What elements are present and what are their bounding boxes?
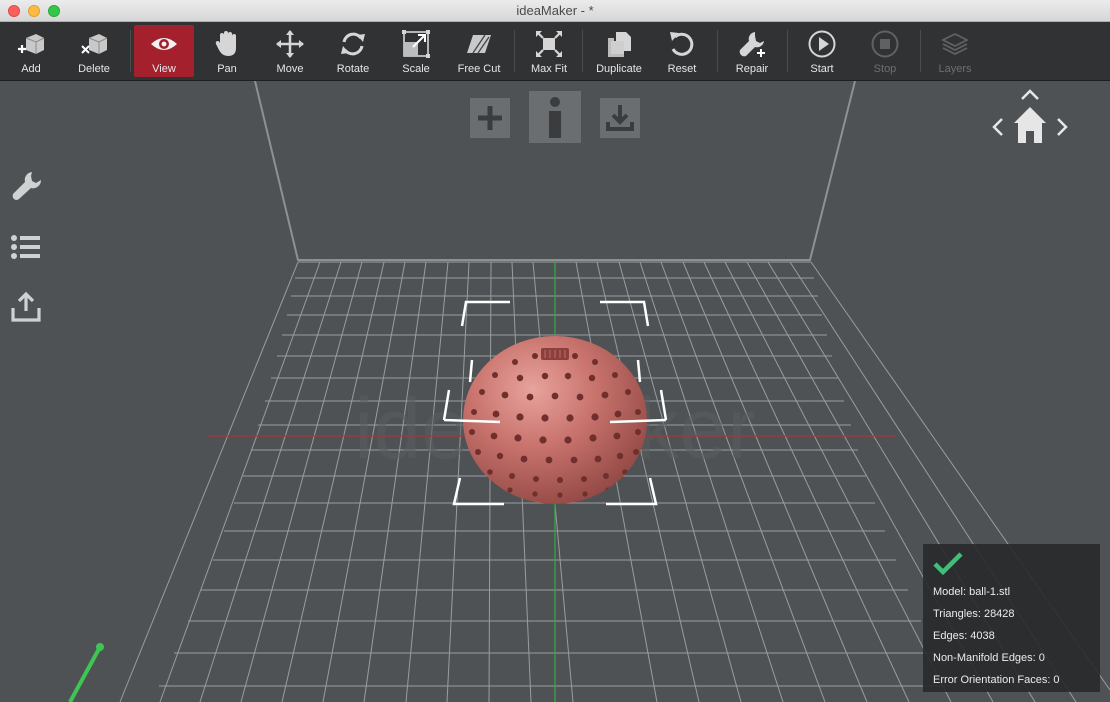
start-label: Start (810, 63, 834, 75)
pan-button[interactable]: Pan (201, 25, 253, 77)
upload-icon[interactable] (10, 291, 42, 323)
3d-viewport[interactable]: ideaMaker (0, 81, 1110, 702)
reset-label: Reset (667, 63, 697, 75)
triangles-text: Triangles: 28428 (933, 608, 1015, 620)
move-label: Move (276, 63, 304, 75)
reset-button[interactable]: Reset (656, 25, 708, 77)
wrench-icon[interactable] (10, 170, 42, 202)
repair-button[interactable]: Repair (726, 25, 778, 77)
non-manifold-text: Non-Manifold Edges: 0 (933, 652, 1045, 664)
view-label: View (152, 63, 176, 75)
free-cut-button[interactable]: Free Cut (450, 25, 508, 77)
free-cut-label: Free Cut (457, 63, 501, 75)
scale-icon (402, 30, 430, 58)
toolbar-separator (787, 30, 788, 72)
add-label: Add (21, 63, 41, 75)
scale-button[interactable]: Scale (390, 25, 442, 77)
check-icon (933, 552, 963, 575)
add-cube-icon (18, 34, 45, 54)
duplicate-icon (608, 32, 631, 57)
eye-icon (151, 38, 177, 50)
delete-label: Delete (78, 63, 110, 75)
delete-button[interactable]: Delete (68, 25, 120, 77)
model-info-panel: Model: ball-1.stl Triangles: 28428 Edges… (923, 544, 1100, 692)
max-fit-label: Max Fit (530, 63, 568, 75)
add-button[interactable]: Add (5, 25, 57, 77)
save-overlay-button[interactable] (600, 98, 640, 138)
error-faces-text: Error Orientation Faces: 0 (933, 674, 1060, 686)
repair-label: Repair (735, 63, 769, 75)
stop-button[interactable]: Stop (859, 25, 911, 77)
info-overlay-button[interactable] (529, 91, 581, 143)
toolbar-separator (717, 30, 718, 72)
camera-navigation (992, 89, 1068, 143)
move-arrows-icon (276, 30, 304, 58)
max-fit-button[interactable]: Max Fit (523, 25, 575, 77)
model-ball[interactable] (463, 336, 647, 504)
layers-button[interactable]: Layers (929, 25, 981, 77)
add-model-overlay-button[interactable]: plus-icon (470, 98, 510, 138)
axis-origin-dot (96, 643, 104, 651)
window-title: ideaMaker - * (516, 3, 594, 18)
chevron-left-icon (992, 118, 1003, 136)
free-cut-icon (467, 34, 491, 54)
model-name-text: Model: ball-1.stl (933, 586, 1011, 598)
duplicate-button[interactable]: Duplicate (590, 25, 648, 77)
layers-label: Layers (938, 63, 972, 75)
z-axis-indicator (68, 646, 102, 702)
edges-text: Edges: 4038 (933, 630, 995, 642)
rotate-label: Rotate (336, 63, 370, 75)
rotate-button[interactable]: Rotate (327, 25, 379, 77)
pan-label: Pan (217, 63, 237, 75)
reset-icon (670, 32, 694, 56)
rotate-icon (341, 32, 365, 56)
delete-cube-icon (81, 34, 108, 54)
home-icon (1014, 107, 1046, 143)
duplicate-label: Duplicate (596, 63, 642, 75)
chevron-right-icon (1057, 118, 1068, 136)
title-bar: ideaMaker - * (0, 0, 1110, 22)
stop-icon (871, 30, 899, 58)
move-button[interactable]: Move (264, 25, 316, 77)
scale-label: Scale (402, 63, 430, 75)
toolbar-separator (920, 30, 921, 72)
toolbar-separator (130, 30, 131, 72)
max-fit-icon (536, 31, 562, 57)
start-button[interactable]: Start (796, 25, 848, 77)
toolbar-separator (514, 30, 515, 72)
stop-label: Stop (873, 63, 897, 75)
toolbar-separator (582, 30, 583, 72)
main-toolbar: Add Delete View Pan Move Rotate Scale Fr… (0, 22, 1110, 81)
chevron-up-icon (1021, 89, 1039, 100)
hand-icon (215, 31, 236, 56)
layers-icon (940, 32, 970, 56)
view-button[interactable]: View (134, 25, 194, 77)
play-icon (808, 30, 836, 58)
repair-wrench-icon (739, 32, 765, 57)
list-icon[interactable] (10, 231, 42, 263)
